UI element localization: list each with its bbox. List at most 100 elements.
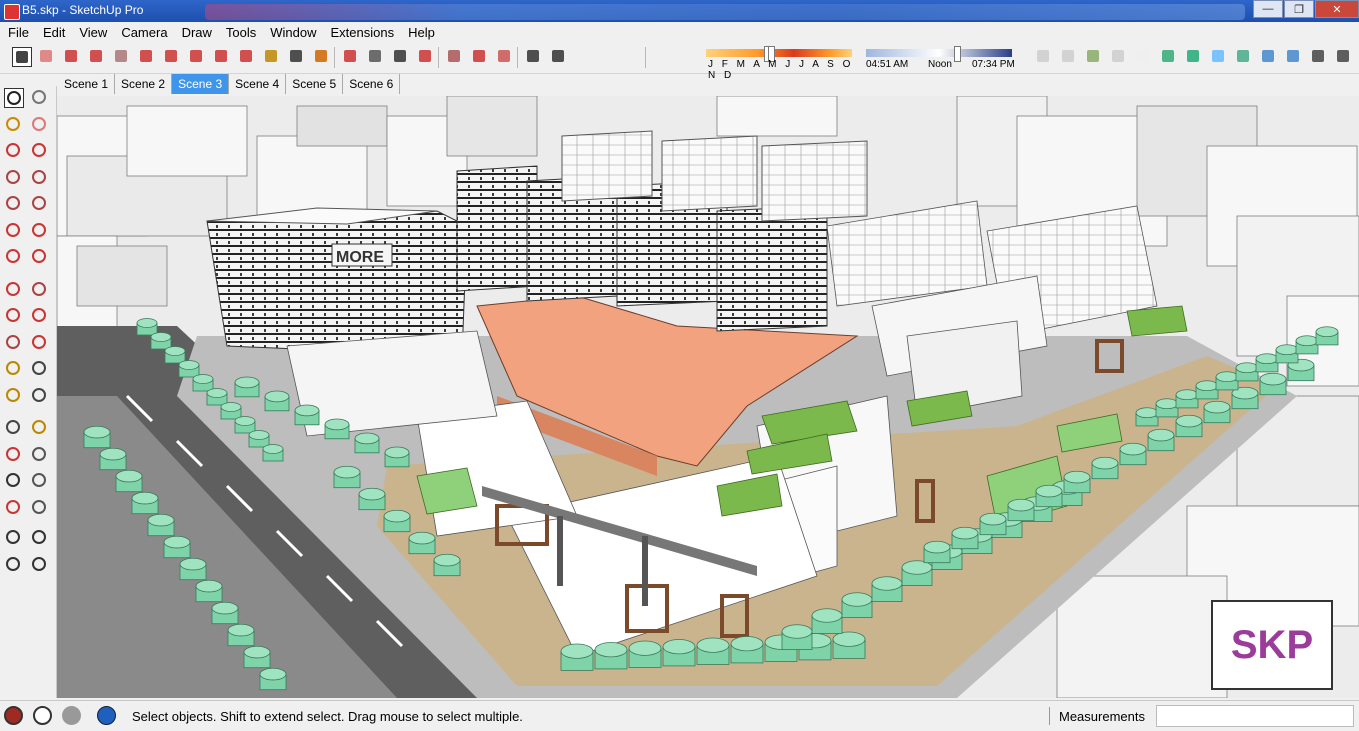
model-viewport[interactable]: MORE SKP (57, 96, 1359, 698)
3d-text-icon[interactable] (30, 418, 50, 438)
move-icon[interactable] (187, 47, 207, 67)
restore-button[interactable]: ❐ (1284, 0, 1314, 18)
select-icon[interactable] (4, 88, 24, 108)
component-icon[interactable] (30, 88, 50, 108)
zoom-icon[interactable] (391, 47, 411, 67)
push-pull-icon[interactable] (137, 47, 157, 67)
tape-icon[interactable] (4, 359, 24, 379)
shadow-time-slider[interactable]: 04:51 AM Noon 07:34 PM (866, 46, 1016, 70)
shaded-icon[interactable] (1309, 47, 1329, 67)
hidden-line-icon[interactable] (1284, 47, 1304, 67)
xray-icon[interactable] (1234, 47, 1254, 67)
scale-icon[interactable] (4, 333, 24, 353)
previous-view-icon[interactable] (30, 498, 50, 518)
menu-extensions[interactable]: Extensions (323, 25, 401, 40)
shadow-date-slider[interactable]: J F M A M J J A S O N D (706, 46, 854, 81)
section-plane-icon[interactable] (30, 555, 50, 575)
menu-tools[interactable]: Tools (218, 25, 262, 40)
shaded-texture-icon[interactable] (1334, 47, 1354, 67)
rotated-rect-icon[interactable] (30, 168, 50, 188)
help-icon[interactable] (97, 706, 116, 725)
menu-file[interactable]: File (0, 25, 35, 40)
position-camera-icon[interactable] (4, 528, 24, 548)
zoom-icon[interactable] (4, 471, 24, 491)
menu-edit[interactable]: Edit (35, 25, 71, 40)
tab-scene-2[interactable]: Scene 2 (115, 74, 173, 94)
fog-icon[interactable] (1034, 47, 1054, 67)
menu-draw[interactable]: Draw (174, 25, 218, 40)
walk-icon[interactable] (4, 555, 24, 575)
view-right-icon[interactable] (1159, 47, 1179, 67)
measurements-input[interactable] (1156, 705, 1354, 727)
rotate-icon[interactable] (212, 47, 232, 67)
select-icon[interactable] (12, 47, 32, 67)
protractor-icon[interactable] (4, 386, 24, 406)
menu-view[interactable]: View (71, 25, 113, 40)
pencil-icon[interactable] (62, 47, 82, 67)
arc-icon[interactable] (4, 221, 24, 241)
line-icon[interactable] (4, 141, 24, 161)
push-pull-icon[interactable] (30, 280, 50, 300)
move-icon[interactable] (4, 280, 24, 300)
follow-me-icon[interactable] (162, 47, 182, 67)
circle-icon[interactable] (112, 47, 132, 67)
date-slider-track[interactable] (706, 49, 852, 57)
zoom-extents-icon[interactable] (416, 47, 436, 67)
offset-icon[interactable] (30, 333, 50, 353)
tape-measure-icon[interactable] (262, 47, 282, 67)
view-iso-icon[interactable] (1084, 47, 1104, 67)
section-icon[interactable] (1059, 47, 1079, 67)
view-left-icon[interactable] (1209, 47, 1229, 67)
credits-icon[interactable] (33, 706, 52, 725)
dimension-icon[interactable] (30, 359, 50, 379)
eraser-icon[interactable] (30, 115, 50, 135)
close-button[interactable]: ✕ (1315, 0, 1359, 18)
paint-bucket-icon[interactable] (4, 115, 24, 135)
orbit-icon[interactable] (4, 445, 24, 465)
orbit-icon[interactable] (341, 47, 361, 67)
rectangle-icon[interactable] (4, 168, 24, 188)
minimize-button[interactable]: — (1253, 0, 1283, 18)
user-icon[interactable] (62, 706, 81, 725)
paint-bucket-icon[interactable] (312, 47, 332, 67)
styles-icon[interactable] (495, 47, 515, 67)
pan-icon[interactable] (30, 445, 50, 465)
time-slider-track[interactable] (866, 49, 1012, 57)
shadows-icon[interactable] (549, 47, 569, 67)
text-icon[interactable] (287, 47, 307, 67)
view-top-icon[interactable] (1109, 47, 1129, 67)
circle-icon[interactable] (4, 194, 24, 214)
follow-me-icon[interactable] (30, 306, 50, 326)
warehouse-icon[interactable] (445, 47, 465, 67)
arc-icon[interactable] (87, 47, 107, 67)
tab-scene-3[interactable]: Scene 3 (172, 74, 230, 94)
tab-scene-6[interactable]: Scene 6 (343, 74, 401, 94)
layout-icon[interactable] (524, 47, 544, 67)
tab-scene-5[interactable]: Scene 5 (286, 74, 344, 94)
zoom-window-icon[interactable] (30, 471, 50, 491)
menu-camera[interactable]: Camera (113, 25, 173, 40)
zoom-extents-icon[interactable] (4, 498, 24, 518)
polygon-icon[interactable] (30, 194, 50, 214)
pan-icon[interactable] (366, 47, 386, 67)
pie-icon[interactable] (30, 221, 50, 241)
menu-help[interactable]: Help (400, 25, 441, 40)
rotate-icon[interactable] (4, 306, 24, 326)
view-front-icon[interactable] (1134, 47, 1154, 67)
tab-scene-4[interactable]: Scene 4 (229, 74, 287, 94)
axes-icon[interactable] (4, 418, 24, 438)
extension-icon[interactable] (470, 47, 490, 67)
wireframe-icon[interactable] (1259, 47, 1279, 67)
eraser-icon[interactable] (37, 47, 57, 67)
geo-location-icon[interactable] (4, 706, 23, 725)
look-around-icon[interactable] (30, 528, 50, 548)
tab-scene-1[interactable]: Scene 1 (58, 74, 116, 94)
two-point-arc-icon[interactable] (30, 247, 50, 267)
arc-3pt-icon[interactable] (4, 247, 24, 267)
freehand-icon[interactable] (30, 141, 50, 161)
menu-window[interactable]: Window (262, 25, 322, 40)
view-back-icon[interactable] (1184, 47, 1204, 67)
scale-icon[interactable] (237, 47, 257, 67)
text-icon[interactable] (30, 386, 50, 406)
time-slider-thumb[interactable] (954, 46, 961, 62)
